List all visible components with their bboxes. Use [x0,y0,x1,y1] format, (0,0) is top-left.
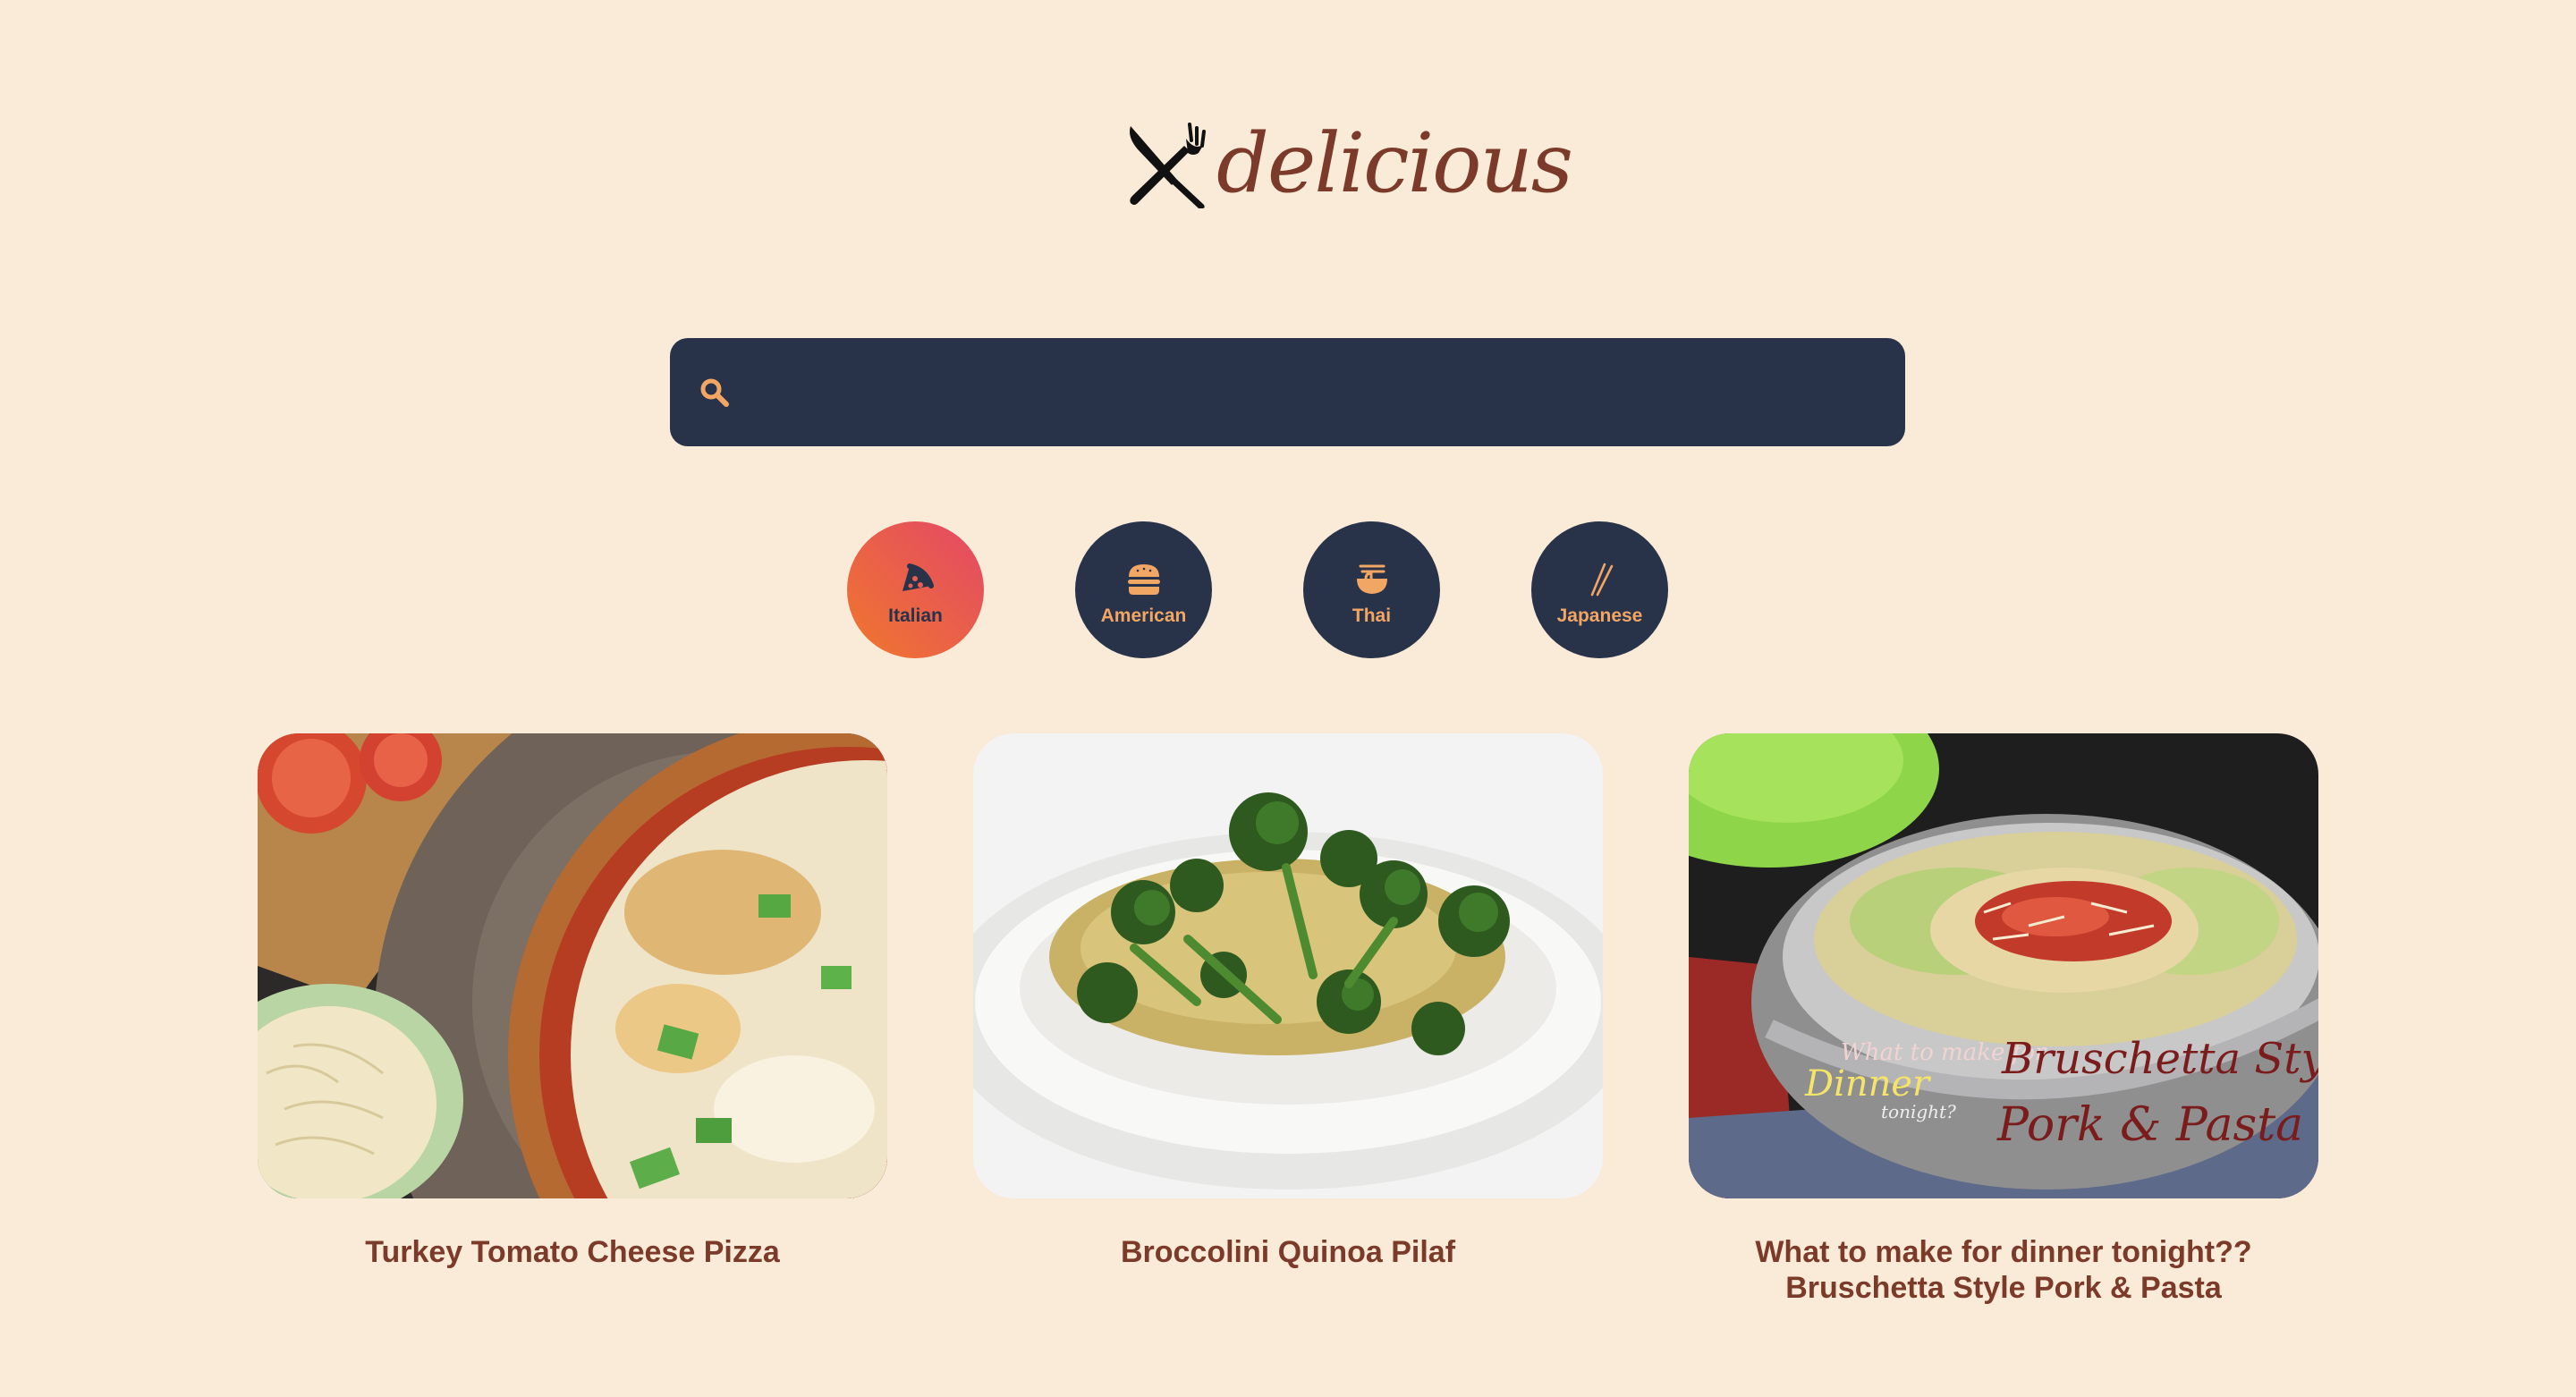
recipe-image-pizza[interactable] [258,733,887,1198]
fork-knife-crossed-icon [1130,123,1206,208]
search-icon [700,378,729,407]
recipe-title[interactable]: Broccolini Quinoa Pilaf [1002,1234,1574,1270]
hamburger-icon [1127,563,1160,595]
category-american[interactable]: American [1075,521,1212,658]
category-japanese[interactable]: Japanese [1531,521,1668,658]
recipe-card[interactable]: Broccolini Quinoa Pilaf [973,733,1603,1306]
category-italian[interactable]: Italian [847,521,984,658]
recipe-grid: Turkey Tomato Cheese Pizza Broccolini Qu… [258,733,2318,1306]
photo-text-line5: Pork & Pasta [1996,1098,2303,1152]
category-label: Thai [1352,605,1392,626]
logo-text: delicious [1216,115,1573,211]
recipe-card[interactable]: What to make for Dinner tonight? Brusche… [1689,733,2318,1306]
photo-text-line2: Dinner [1804,1063,1932,1105]
category-label: Italian [888,605,943,626]
recipe-image-quinoa-pilaf[interactable] [973,733,1603,1198]
search-input[interactable] [731,338,1905,446]
recipe-image-pork-pasta[interactable]: What to make for Dinner tonight? Brusche… [1689,733,2318,1198]
photo-text-line4: Bruschetta Style [2001,1034,2318,1084]
pizza-slice-icon [902,563,934,591]
noodle-bowl-icon [1356,564,1387,594]
recipe-card[interactable]: Turkey Tomato Cheese Pizza [258,733,887,1306]
category-label: American [1100,605,1187,626]
category-thai[interactable]: Thai [1303,521,1440,658]
recipe-title[interactable]: What to make for dinner tonight?? Brusch… [1717,1234,2290,1306]
cuisine-category-list: Italian American Thai Japanese [847,521,1668,658]
search-bar[interactable] [670,338,1905,446]
category-label: Japanese [1556,605,1643,626]
chopsticks-icon [1590,563,1613,596]
logo[interactable]: delicious [1125,112,1573,219]
recipe-title[interactable]: Turkey Tomato Cheese Pizza [286,1234,859,1270]
photo-text-line3: tonight? [1881,1101,1956,1122]
